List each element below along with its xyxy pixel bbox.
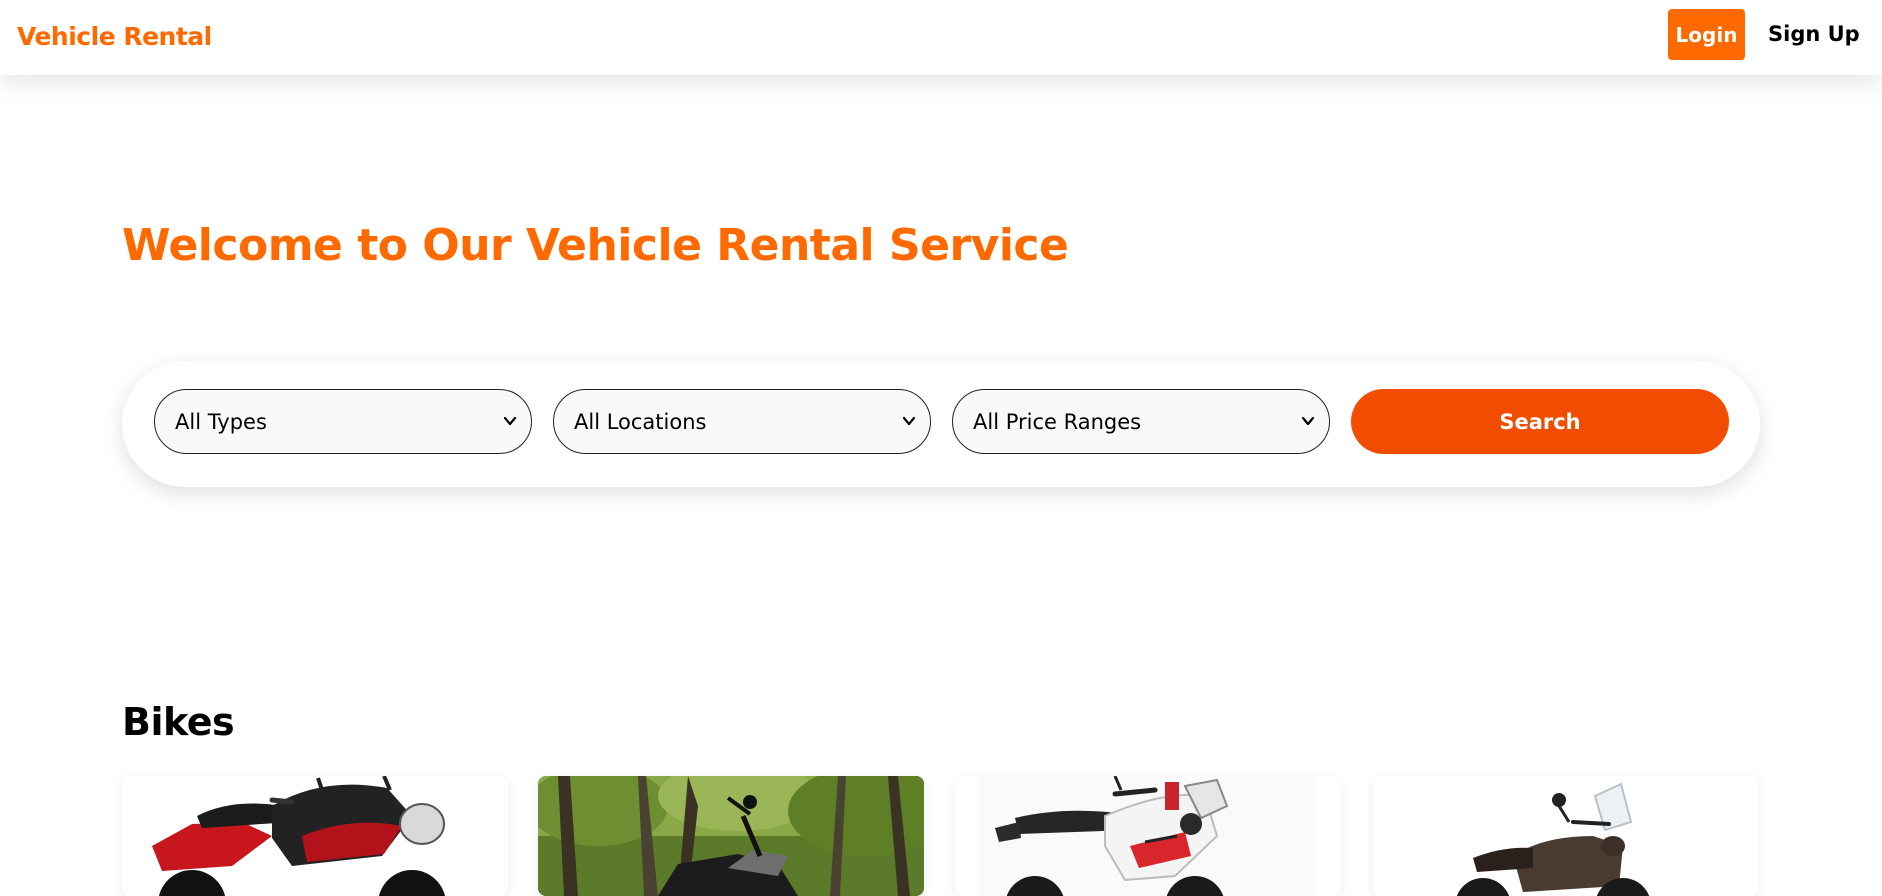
bikes-section-title: Bikes — [122, 700, 235, 744]
price-select[interactable]: All Price Ranges — [952, 389, 1330, 454]
bike-image — [955, 776, 1341, 896]
location-select[interactable]: All Locations — [553, 389, 931, 454]
login-button[interactable]: Login — [1668, 9, 1745, 60]
type-select[interactable]: All Types — [154, 389, 532, 454]
chevron-down-icon — [902, 416, 916, 426]
search-bar: All Types All Locations All Price Ranges… — [122, 361, 1760, 487]
chevron-down-icon — [503, 416, 517, 426]
bike-card[interactable] — [538, 776, 924, 896]
type-select-value: All Types — [175, 410, 267, 434]
chevron-down-icon — [1301, 416, 1315, 426]
bike-image — [122, 776, 508, 896]
location-select-value: All Locations — [574, 410, 707, 434]
bike-image — [538, 776, 924, 896]
bike-card[interactable] — [1373, 776, 1759, 896]
bike-image — [1373, 776, 1759, 896]
price-select-value: All Price Ranges — [973, 410, 1142, 434]
signup-button[interactable]: Sign Up — [1768, 22, 1860, 46]
bike-card[interactable] — [122, 776, 508, 896]
search-button[interactable]: Search — [1351, 389, 1729, 454]
bike-card[interactable] — [955, 776, 1341, 896]
brand-logo[interactable]: Vehicle Rental — [17, 22, 212, 51]
navbar: Vehicle Rental Login Sign Up — [0, 0, 1882, 75]
hero-title: Welcome to Our Vehicle Rental Service — [122, 220, 1069, 271]
